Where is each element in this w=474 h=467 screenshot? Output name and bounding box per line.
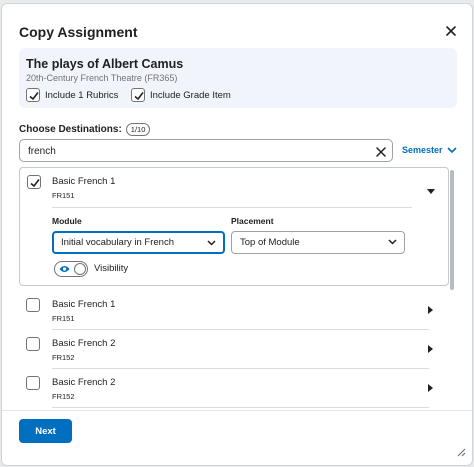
include-grade-item-label: Include Grade Item	[150, 89, 231, 101]
destinations-label-text: Choose Destinations:	[19, 124, 122, 135]
checkmark-icon	[29, 92, 39, 101]
next-button[interactable]: Next	[19, 419, 72, 443]
assignment-summary: The plays of Albert Camus 20th-Century F…	[19, 48, 457, 108]
placement-selected-value: Top of Module	[240, 237, 300, 248]
clear-search-icon[interactable]	[375, 145, 387, 157]
destination-checkbox[interactable]	[26, 298, 40, 312]
assignment-title: The plays of Albert Camus	[26, 57, 184, 71]
destination-code: FR152	[52, 353, 75, 362]
placement-select[interactable]: Top of Module	[231, 231, 405, 254]
chevron-down-icon	[446, 146, 457, 153]
chevron-down-icon	[388, 239, 397, 245]
checkmark-icon	[134, 92, 144, 101]
destination-name: Basic French 2	[52, 338, 116, 349]
semester-filter[interactable]: Semester	[402, 145, 457, 155]
include-grade-item-option[interactable]: Include Grade Item	[131, 88, 231, 102]
module-selected-value: Initial vocabulary in French	[61, 237, 174, 248]
placement-label: Placement	[231, 216, 274, 226]
list-item[interactable]: Basic French 2 FR152	[19, 330, 449, 369]
destination-search-input[interactable]	[28, 144, 358, 158]
choose-destinations-label: Choose Destinations: 1/10	[19, 123, 151, 136]
include-rubrics-option[interactable]: Include 1 Rubrics	[26, 88, 118, 102]
visibility-toggle[interactable]	[54, 261, 88, 277]
selection-count-badge: 1/10	[125, 123, 151, 136]
checkmark-icon	[30, 179, 40, 188]
destination-code: FR152	[52, 392, 75, 401]
visibility-label: Visibility	[94, 263, 129, 274]
toggle-knob	[74, 263, 86, 275]
include-grade-item-checkbox[interactable]	[131, 88, 145, 102]
copy-assignment-dialog: Copy Assignment The plays of Albert Camu…	[1, 3, 473, 466]
eye-icon	[59, 266, 70, 272]
divider	[52, 407, 429, 408]
expand-caret-icon	[428, 345, 433, 353]
list-item[interactable]: Basic French 1 FR151	[19, 291, 449, 330]
collapse-caret-icon[interactable]	[427, 182, 435, 200]
dialog-title: Copy Assignment	[19, 24, 138, 40]
include-rubrics-label: Include 1 Rubrics	[45, 89, 119, 101]
destination-checkbox[interactable]	[27, 175, 41, 189]
destination-item-expanded: Basic French 1 FR151 Module Initial voca…	[19, 167, 449, 286]
destination-checkbox[interactable]	[26, 376, 40, 390]
destination-code: FR151	[52, 314, 75, 323]
module-select[interactable]: Initial vocabulary in French	[52, 231, 225, 254]
destination-list: Basic French 1 FR151 Module Initial voca…	[19, 167, 458, 409]
resize-handle-icon[interactable]	[457, 448, 466, 457]
expand-caret-icon	[428, 384, 433, 392]
destination-checkbox[interactable]	[26, 337, 40, 351]
module-label: Module	[52, 216, 82, 226]
footer-divider	[2, 410, 472, 411]
destination-search	[19, 139, 393, 162]
destination-code: FR151	[52, 191, 75, 200]
semester-filter-label: Semester	[402, 145, 443, 155]
destination-name: Basic French 1	[52, 176, 116, 187]
course-subtitle: 20th-Century French Theatre (FR365)	[26, 73, 178, 83]
chevron-down-icon	[207, 240, 216, 246]
destination-name: Basic French 2	[52, 377, 116, 388]
include-rubrics-checkbox[interactable]	[26, 88, 40, 102]
close-icon[interactable]	[444, 24, 458, 38]
destination-name: Basic French 1	[52, 299, 116, 310]
divider	[52, 207, 412, 208]
expand-caret-icon	[428, 306, 433, 314]
list-scrollbar[interactable]	[450, 170, 454, 290]
list-item[interactable]: Basic French 2 FR152	[19, 369, 449, 408]
